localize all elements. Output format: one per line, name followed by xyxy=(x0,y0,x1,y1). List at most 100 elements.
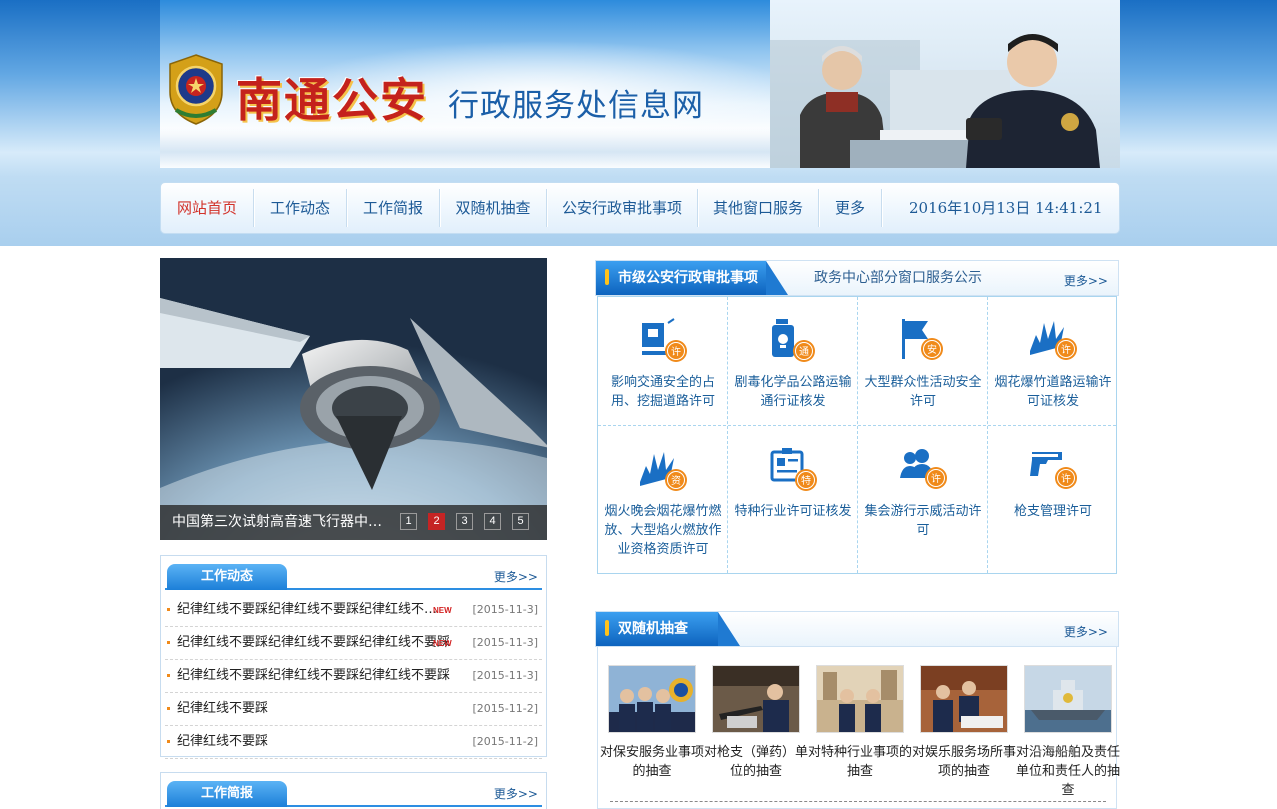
hazardous-chemical-icon: 通 xyxy=(772,319,815,362)
bullet-icon xyxy=(167,608,170,611)
nav-divider xyxy=(881,189,883,227)
nav-random-check[interactable]: 双随机抽查 xyxy=(440,183,546,233)
svg-text:特: 特 xyxy=(801,475,811,487)
list-item[interactable]: 纪律红线不要踩 [2015-11-2] xyxy=(165,726,542,759)
approval-item-road[interactable]: 许 影响交通安全的占用、挖掘道路许可 xyxy=(598,297,728,425)
slider-caption[interactable]: 中国第三次试射高音速飞行器中… xyxy=(172,505,382,540)
coastal-ship-photo xyxy=(1024,665,1112,733)
approval-item-special-industry[interactable]: 特 特种行业许可证核发 xyxy=(728,426,858,554)
slider-page-5[interactable]: 5 xyxy=(512,513,529,530)
date-time-clock: 2016年10月13日 14:41:21 xyxy=(909,199,1103,217)
random-check-label: 对保安服务业事项的抽查 xyxy=(600,745,705,779)
news-title[interactable]: 纪律红线不要踩 xyxy=(177,693,268,725)
list-item[interactable]: 纪律红线不要踩纪律红线不要踩纪律红线不… NEW [2015-11-3] xyxy=(165,594,542,627)
banner-photo xyxy=(770,0,1120,168)
random-check-title-tab[interactable]: 双随机抽查 xyxy=(596,612,740,646)
entertainment-venue-photo xyxy=(920,665,1008,733)
list-item[interactable]: 纪律红线不要踩纪律红线不要踩纪律红线不要踩 [2015-11-3] xyxy=(165,660,542,693)
approval-label: 剧毒化学品公路运输通行证核发 xyxy=(734,375,852,409)
approval-item-chemical[interactable]: 通 剧毒化学品公路运输通行证核发 xyxy=(728,297,858,425)
list-item[interactable]: 对枪支（弹药）单位的抽查 xyxy=(704,665,808,781)
news-date: [2015-11-2] xyxy=(472,735,538,748)
svg-text:许: 许 xyxy=(931,473,941,485)
approval-label: 影响交通安全的占用、挖掘道路许可 xyxy=(610,375,715,409)
security-guards-photo xyxy=(608,665,696,733)
special-industry-icon: 特 xyxy=(770,448,817,491)
nav-more[interactable]: 更多 xyxy=(819,183,881,233)
approval-grid: 许 影响交通安全的占用、挖掘道路许可 通 剧毒化学品公路运输通行证核发 安 大型… xyxy=(597,296,1117,574)
main-nav: 网站首页 工作动态 工作简报 双随机抽查 公安行政审批事项 其他窗口服务 更多 … xyxy=(160,182,1120,234)
nav-home[interactable]: 网站首页 xyxy=(161,183,253,233)
bullet-icon xyxy=(167,674,170,677)
random-check-panel: 双随机抽查 更多>> 对保安服务业事项的抽查 对枪支（弹药）单位的抽查 对特种行… xyxy=(595,611,1120,809)
news-title[interactable]: 纪律红线不要踩纪律红线不要踩纪律红线不… xyxy=(177,594,437,626)
work-brief-title[interactable]: 工作简报 xyxy=(167,781,287,807)
list-item[interactable]: 纪律红线不要踩纪律红线不要踩纪律红线不要踩 NEW [2015-11-3] xyxy=(165,627,542,660)
bullet-icon xyxy=(167,707,170,710)
news-date: [2015-11-3] xyxy=(472,603,538,616)
news-title[interactable]: 纪律红线不要踩纪律红线不要踩纪律红线不要踩 xyxy=(177,660,450,692)
list-divider xyxy=(610,801,1106,802)
event-flag-icon: 安 xyxy=(902,319,943,360)
list-item[interactable]: 对沿海船舶及责任单位和责任人的抽查 xyxy=(1016,665,1120,800)
road-permit-icon: 许 xyxy=(642,318,687,362)
police-emblem-icon xyxy=(169,54,223,125)
work-brief-more-link[interactable]: 更多>> xyxy=(494,785,538,802)
svg-text:资: 资 xyxy=(671,475,681,487)
site-logo-text: 南通公安 xyxy=(236,73,428,127)
list-item[interactable]: 对娱乐服务场所事项的抽查 xyxy=(912,665,1016,781)
nav-work-brief[interactable]: 工作简报 xyxy=(347,183,439,233)
random-check-list: 对保安服务业事项的抽查 对枪支（弹药）单位的抽查 对特种行业事项的抽查 对娱乐服… xyxy=(597,647,1120,809)
title-bar-icon xyxy=(605,269,609,285)
svg-text:许: 许 xyxy=(671,346,681,358)
approval-item-assembly[interactable]: 许 集会游行示威活动许可 xyxy=(858,426,988,554)
approval-item-fireworks-display[interactable]: 资 烟火晚会烟花爆竹燃放、大型焰火燃放作业资格资质许可 xyxy=(598,426,728,574)
approval-panel: 市级公安行政审批事项 政务中心部分窗口服务公示 更多>> 许 影响交通安全的占用… xyxy=(595,260,1119,574)
assembly-icon: 许 xyxy=(900,449,947,489)
banner-mountains xyxy=(160,128,800,168)
site-banner: 南通公安 行政服务处信息网 xyxy=(160,0,1120,168)
work-news-title[interactable]: 工作动态 xyxy=(167,564,287,590)
news-slider[interactable]: 中国第三次试射高音速飞行器中… 1 2 3 4 5 xyxy=(160,258,547,540)
approval-label: 烟花爆竹道路运输许可证核发 xyxy=(994,375,1112,409)
list-item[interactable]: 对保安服务业事项的抽查 xyxy=(600,665,704,781)
approval-title: 市级公安行政审批事项 xyxy=(618,270,758,286)
bullet-icon xyxy=(167,641,170,644)
approval-more-link[interactable]: 更多>> xyxy=(1064,272,1108,289)
slider-page-4[interactable]: 4 xyxy=(484,513,501,530)
nav-other-services[interactable]: 其他窗口服务 xyxy=(698,183,818,233)
slider-page-3[interactable]: 3 xyxy=(456,513,473,530)
slider-page-2[interactable]: 2 xyxy=(428,513,445,530)
approval-item-gun[interactable]: 许 枪支管理许可 xyxy=(988,426,1118,554)
svg-text:许: 许 xyxy=(1061,344,1071,356)
slider-image xyxy=(160,258,547,540)
news-title[interactable]: 纪律红线不要踩 xyxy=(177,726,268,758)
site-name: 行政服务处信息网 xyxy=(448,88,704,124)
slider-caption-bar: 中国第三次试射高音速飞行器中… 1 2 3 4 5 xyxy=(160,505,547,540)
nav-work-news[interactable]: 工作动态 xyxy=(254,183,346,233)
slider-page-1[interactable]: 1 xyxy=(400,513,417,530)
approval-item-event[interactable]: 安 大型群众性活动安全许可 xyxy=(858,297,988,425)
fireworks-display-icon: 资 xyxy=(640,452,687,491)
gun-inspection-photo xyxy=(712,665,800,733)
approval-label: 枪支管理许可 xyxy=(1013,504,1092,519)
approval-subtitle[interactable]: 政务中心部分窗口服务公示 xyxy=(814,261,982,295)
random-check-label: 对娱乐服务场所事项的抽查 xyxy=(912,745,1017,779)
random-check-label: 对沿海船舶及责任单位和责任人的抽查 xyxy=(1016,745,1121,798)
work-brief-header: 工作简报 更多>> xyxy=(165,777,542,807)
approval-label: 大型群众性活动安全许可 xyxy=(864,375,982,409)
approval-item-fireworks-transport[interactable]: 许 烟花爆竹道路运输许可证核发 xyxy=(988,297,1118,425)
new-badge-icon: NEW xyxy=(433,606,452,615)
special-industry-photo xyxy=(816,665,904,733)
news-title[interactable]: 纪律红线不要踩纪律红线不要踩纪律红线不要踩 xyxy=(177,627,450,659)
news-date: [2015-11-2] xyxy=(472,702,538,715)
random-check-more-link[interactable]: 更多>> xyxy=(1064,623,1108,640)
svg-text:通: 通 xyxy=(799,346,809,358)
work-brief-box: 工作简报 更多>> xyxy=(160,772,547,809)
approval-label: 集会游行示威活动许可 xyxy=(864,504,982,538)
list-item[interactable]: 纪律红线不要踩 [2015-11-2] xyxy=(165,693,542,726)
nav-approval-items[interactable]: 公安行政审批事项 xyxy=(547,183,697,233)
approval-title-tab[interactable]: 市级公安行政审批事项 xyxy=(596,261,788,295)
list-item[interactable]: 对特种行业事项的抽查 xyxy=(808,665,912,781)
work-news-more-link[interactable]: 更多>> xyxy=(494,568,538,585)
